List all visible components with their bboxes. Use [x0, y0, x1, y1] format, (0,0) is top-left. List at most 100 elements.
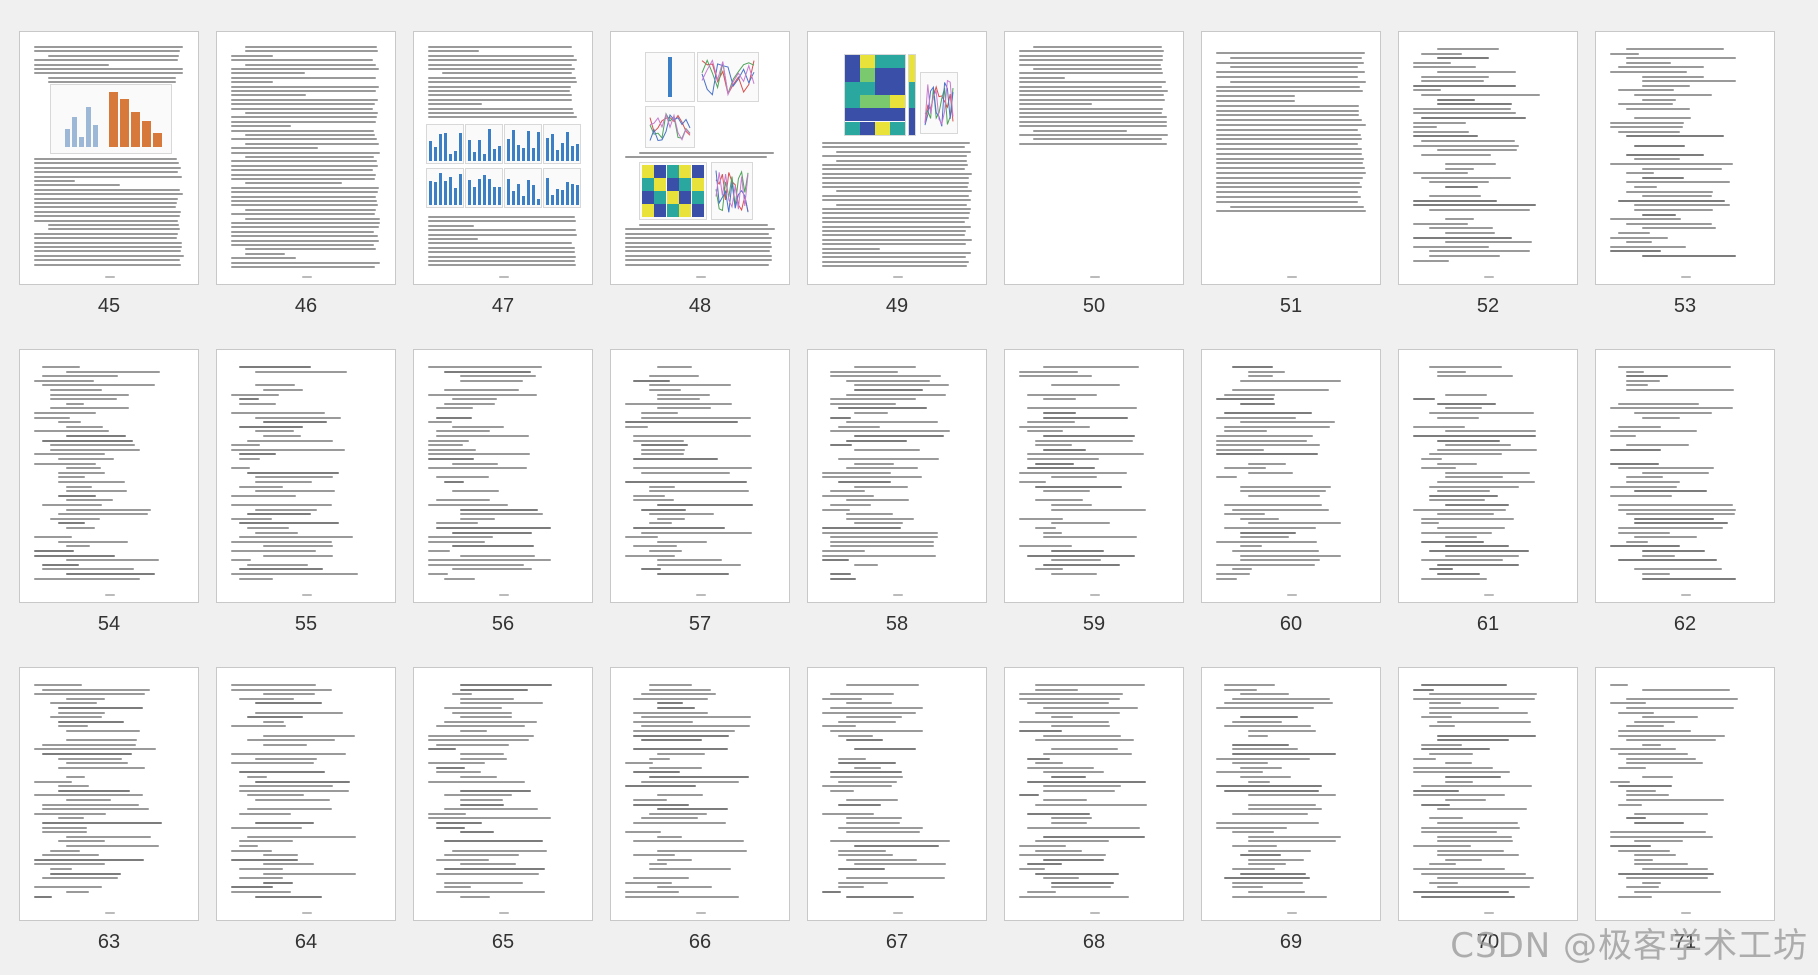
text-line — [58, 720, 125, 723]
page-preview — [413, 667, 593, 921]
text-line — [1642, 98, 1676, 101]
page-thumbnail[interactable]: 48 — [610, 31, 790, 317]
figure-image — [543, 168, 581, 208]
page-thumbnail[interactable]: 58 — [807, 349, 987, 635]
page-thumbnail[interactable]: 64 — [216, 667, 396, 953]
text-line — [1618, 872, 1715, 875]
text-line — [444, 481, 464, 483]
text-line — [231, 393, 279, 396]
page-thumbnail[interactable]: 69 — [1201, 667, 1381, 953]
page-thumbnail[interactable]: 50 — [1004, 31, 1184, 317]
text-line — [58, 471, 106, 474]
page-thumbnail[interactable]: 61 — [1398, 349, 1578, 635]
page-footer-mark — [1287, 912, 1297, 914]
text-line — [452, 425, 504, 428]
text-line — [255, 508, 317, 511]
page-thumbnail[interactable]: 55 — [216, 349, 396, 635]
page-thumbnail[interactable]: 70 — [1398, 667, 1578, 953]
page-thumbnail[interactable]: 60 — [1201, 349, 1381, 635]
text-line — [428, 76, 577, 79]
chart-bar — [537, 131, 540, 161]
text-line — [657, 753, 705, 755]
text-line — [58, 789, 131, 792]
text-line — [34, 780, 72, 783]
text-line — [633, 748, 728, 751]
page-thumbnail[interactable]: 53 — [1595, 31, 1775, 317]
text-line — [460, 379, 523, 382]
text-line — [641, 568, 661, 571]
text-line — [1035, 485, 1123, 488]
text-line — [1232, 720, 1283, 723]
page-thumbnail[interactable]: 52 — [1398, 31, 1578, 317]
text-line — [1043, 563, 1121, 566]
page-thumbnail[interactable]: 63 — [19, 667, 199, 953]
page-thumbnail[interactable]: 54 — [19, 349, 199, 635]
page-preview — [413, 349, 593, 603]
page-thumbnail[interactable]: 45 — [19, 31, 199, 317]
text-line — [1043, 771, 1105, 774]
page-thumbnail[interactable]: 71 — [1595, 667, 1775, 953]
text-line — [66, 402, 85, 405]
text-line — [633, 697, 708, 700]
text-line — [34, 536, 73, 539]
text-line — [436, 435, 530, 437]
text-line — [822, 891, 841, 893]
text-line — [1027, 554, 1136, 557]
page-number-label: 64 — [294, 931, 318, 953]
text-line — [1019, 125, 1167, 128]
text-line — [1634, 522, 1728, 525]
page-footer-mark — [499, 594, 509, 596]
text-line — [649, 550, 682, 552]
page-preview — [807, 667, 987, 921]
text-line — [1027, 430, 1064, 433]
figure-image — [711, 162, 753, 220]
text-line — [1248, 794, 1337, 797]
chart-bar — [444, 180, 447, 205]
text-line — [263, 421, 328, 424]
chart-bar — [507, 139, 510, 161]
chart-bar — [429, 141, 432, 161]
text-line — [822, 550, 865, 552]
page-thumbnail[interactable]: 65 — [413, 667, 593, 953]
chart-bar — [131, 112, 140, 147]
text-line — [231, 753, 346, 755]
chart-bar — [473, 151, 476, 161]
chart-bar — [517, 184, 520, 205]
page-thumbnail[interactable]: 49 — [807, 31, 987, 317]
page-thumbnail[interactable]: 62 — [1595, 349, 1775, 635]
page-thumbnail[interactable]: 46 — [216, 31, 396, 317]
text-line — [854, 522, 903, 525]
page-thumbnail[interactable]: 68 — [1004, 667, 1184, 953]
text-line — [1626, 794, 1669, 797]
page-thumbnail[interactable]: 57 — [610, 349, 790, 635]
page-thumbnail[interactable]: 66 — [610, 667, 790, 953]
text-line — [1421, 872, 1526, 875]
text-line — [436, 743, 509, 746]
page-thumbnail[interactable]: 51 — [1201, 31, 1381, 317]
page-thumbnail[interactable]: 59 — [1004, 349, 1184, 635]
page-number-label: 49 — [885, 295, 909, 317]
text-line — [625, 241, 772, 244]
text-line — [460, 716, 513, 719]
chart-bar — [642, 165, 654, 178]
text-line — [452, 568, 533, 571]
text-line — [255, 481, 313, 483]
page-thumbnail[interactable]: 47 — [413, 31, 593, 317]
text-line — [428, 559, 552, 562]
text-line — [34, 184, 121, 187]
text-line — [231, 120, 376, 123]
page-thumbnail[interactable]: 67 — [807, 667, 987, 953]
text-line — [1413, 697, 1536, 700]
text-line — [1634, 144, 1686, 147]
text-line — [1019, 375, 1092, 378]
text-line — [428, 246, 575, 249]
text-line — [1437, 527, 1505, 529]
text-line — [1019, 94, 1165, 97]
text-line — [625, 228, 775, 231]
text-line — [436, 522, 478, 525]
text-line — [34, 863, 105, 866]
text-line — [641, 448, 685, 451]
text-line — [649, 684, 693, 686]
page-thumbnail[interactable]: 56 — [413, 349, 593, 635]
text-line — [1216, 157, 1364, 160]
